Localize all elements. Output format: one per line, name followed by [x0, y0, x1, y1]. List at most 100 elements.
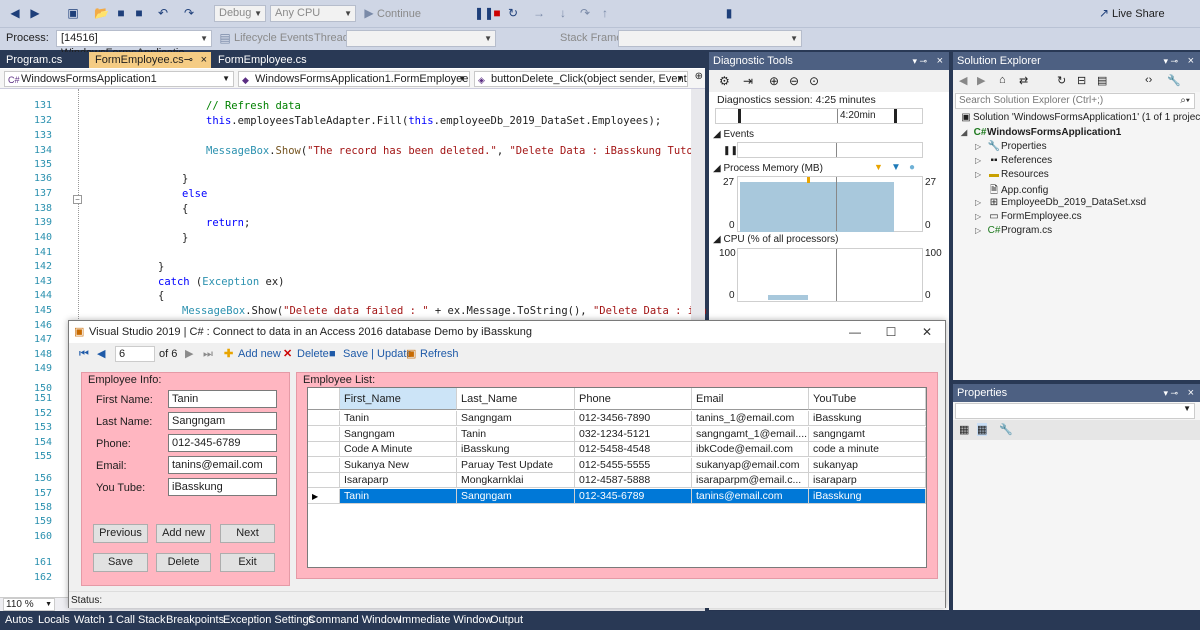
tab-formemployee-cs[interactable]: FormEmployee.cs ⊸ × [89, 52, 211, 68]
redo-icon[interactable]: ↷ [182, 6, 196, 20]
bottom-tab[interactable]: Call Stack [116, 614, 166, 626]
code-line-143[interactable]: catch (Exception ex) [158, 276, 284, 288]
close-icon[interactable]: × [1188, 52, 1194, 70]
expand-icon[interactable]: ◢ [961, 128, 973, 137]
code-line-139[interactable]: return; [206, 217, 250, 229]
row-header[interactable] [308, 457, 340, 473]
column-header-last-name[interactable]: Last_Name [457, 388, 575, 410]
pause-icon[interactable]: ❚❚ [723, 145, 738, 156]
phone-cell[interactable]: 012-5458-4548 [575, 442, 692, 457]
maximize-icon[interactable]: ☐ [873, 321, 909, 343]
expand-icon[interactable]: ▷ [975, 156, 987, 165]
phone-field[interactable]: 012-345-6789 [168, 434, 277, 452]
select-tools-icon[interactable]: ⇥ [743, 74, 753, 88]
row-header[interactable] [308, 473, 340, 488]
bottom-tab[interactable]: Locals [38, 614, 70, 626]
collapse-icon[interactable]: ◢ [713, 234, 723, 245]
navigator-refresh-button[interactable]: Refresh [420, 347, 459, 361]
first-name-cell[interactable]: Tanin [340, 411, 457, 426]
split-icon[interactable]: ⊕ [695, 71, 703, 82]
first-name-cell[interactable]: Code A Minute [340, 442, 457, 457]
employee-grid[interactable]: First_Name Last_Name Phone Email YouTube… [307, 387, 927, 568]
phone-cell[interactable]: 012-5455-5555 [575, 457, 692, 473]
timeline-start-handle[interactable] [738, 109, 741, 123]
step-over-icon[interactable]: ↷ [578, 6, 592, 20]
code-line-131[interactable]: // Refresh data [206, 100, 301, 112]
expand-icon[interactable]: ▷ [975, 212, 987, 221]
expand-icon[interactable]: ▷ [975, 142, 987, 151]
tree-item-formemployee[interactable]: ▷ ▭ FormEmployee.cs [975, 211, 1082, 222]
zoom-out-icon[interactable]: ⊖ [789, 74, 799, 88]
step-into-icon[interactable]: ↓ [556, 6, 570, 20]
position-input[interactable]: 6 [115, 346, 155, 362]
close-icon[interactable]: × [937, 52, 943, 70]
open-file-icon[interactable]: 📂 [94, 6, 109, 20]
delete-button[interactable]: Delete [156, 553, 211, 572]
column-header-youtube[interactable]: YouTube [809, 388, 926, 410]
categorized-icon[interactable]: ▦ [959, 423, 969, 436]
column-header-email[interactable]: Email [692, 388, 809, 410]
home-icon[interactable]: ⌂ [999, 74, 1006, 86]
restart-icon[interactable]: ↻ [506, 6, 520, 20]
bottom-tab[interactable]: Autos [5, 614, 33, 626]
tree-item-dataset[interactable]: ▷ ⊞ EmployeeDb_2019_DataSet.xsd [975, 197, 1146, 208]
youtube-field[interactable]: iBasskung [168, 478, 277, 496]
thread-combo[interactable]: ▼ [346, 30, 496, 47]
step-out-icon[interactable]: ↑ [598, 6, 612, 20]
last-name-cell[interactable]: Tanin [457, 426, 575, 442]
forward-icon[interactable]: ▶ [28, 6, 42, 20]
settings-icon[interactable]: ⚙ [719, 74, 730, 88]
sync-icon[interactable]: ⇄ [1019, 74, 1028, 87]
lifecycle-icon[interactable]: ▤ [218, 31, 232, 45]
solution-search-input[interactable]: Search Solution Explorer (Ctrl+;) ⌕▾ [955, 93, 1195, 109]
first-name-cell[interactable]: Isaraparp [340, 473, 457, 488]
bottom-tab[interactable]: Command Window [308, 614, 401, 626]
previous-button[interactable]: Previous [93, 524, 148, 543]
collapse-all-icon[interactable]: ⊟ [1077, 74, 1086, 87]
pin-icon[interactable]: ▾ ⊸ [912, 52, 927, 70]
youtube-cell[interactable]: iBasskung [809, 411, 926, 426]
close-icon[interactable]: ✕ [909, 321, 945, 343]
tree-item-project[interactable]: ◢ C#WindowsFormsApplication1 [961, 127, 1121, 138]
save-all-icon[interactable]: ■ [132, 6, 146, 20]
move-last-icon[interactable]: ⏭ [203, 347, 213, 361]
code-line-140[interactable]: } [182, 232, 188, 244]
email-cell[interactable]: sukanyap@email.com [692, 457, 809, 473]
code-line-136[interactable]: } [182, 173, 188, 185]
memory-chart[interactable] [737, 176, 923, 232]
member-navigation-combo[interactable]: ◈ buttonDelete_Click(object sender, Event… [474, 71, 688, 87]
youtube-cell[interactable]: iBasskung [809, 488, 926, 504]
close-icon[interactable]: × [1188, 384, 1194, 402]
code-line-138[interactable]: { [182, 203, 188, 215]
column-header-phone[interactable]: Phone [575, 388, 692, 410]
row-header[interactable] [308, 442, 340, 457]
project-navigation-combo[interactable]: C# WindowsFormsApplication1 ▼ [4, 71, 234, 87]
tree-item-program[interactable]: ▷ C#Program.cs [975, 225, 1052, 236]
youtube-cell[interactable]: code a minute [809, 442, 926, 457]
process-combo[interactable]: [14516] WindowsFormsApplicatio▼ [56, 30, 212, 59]
last-name-cell[interactable]: Sangngam [457, 488, 575, 504]
bottom-tab[interactable]: Exception Settings [223, 614, 314, 626]
navigator-delete-button[interactable]: Delete [297, 347, 329, 361]
show-next-statement-icon[interactable]: → [532, 6, 546, 20]
row-header[interactable] [308, 426, 340, 442]
last-name-cell[interactable]: Mongkarnklai [457, 473, 575, 488]
email-cell[interactable]: ibkCode@email.com [692, 442, 809, 457]
last-name-cell[interactable]: Sangngam [457, 411, 575, 426]
last-name-cell[interactable]: iBasskung [457, 442, 575, 457]
continue-button[interactable]: Continue [377, 8, 421, 20]
navigator-save-button[interactable]: Save | Update [343, 347, 413, 361]
show-all-files-icon[interactable]: ▤ [1097, 74, 1107, 87]
collapse-icon[interactable]: ◢ [713, 129, 723, 140]
lifecycle-events-button[interactable]: Lifecycle Events [234, 32, 313, 44]
back-icon[interactable]: ◀ [959, 74, 967, 87]
bottom-tab[interactable]: Breakpoints [166, 614, 224, 626]
reset-zoom-icon[interactable]: ⊙ [809, 74, 819, 88]
pin-icon[interactable]: ▾ ⊸ [1163, 52, 1178, 70]
stack-frame-combo[interactable]: ▼ [618, 30, 802, 47]
break-all-icon[interactable]: ❚❚ [474, 6, 494, 20]
memory-section[interactable]: ◢ Process Memory (MB) [713, 163, 823, 174]
youtube-cell[interactable]: sukanyap [809, 457, 926, 473]
zoom-combo[interactable]: 110 % ▼ [3, 598, 55, 611]
property-pages-icon[interactable]: 🔧 [999, 423, 1013, 436]
